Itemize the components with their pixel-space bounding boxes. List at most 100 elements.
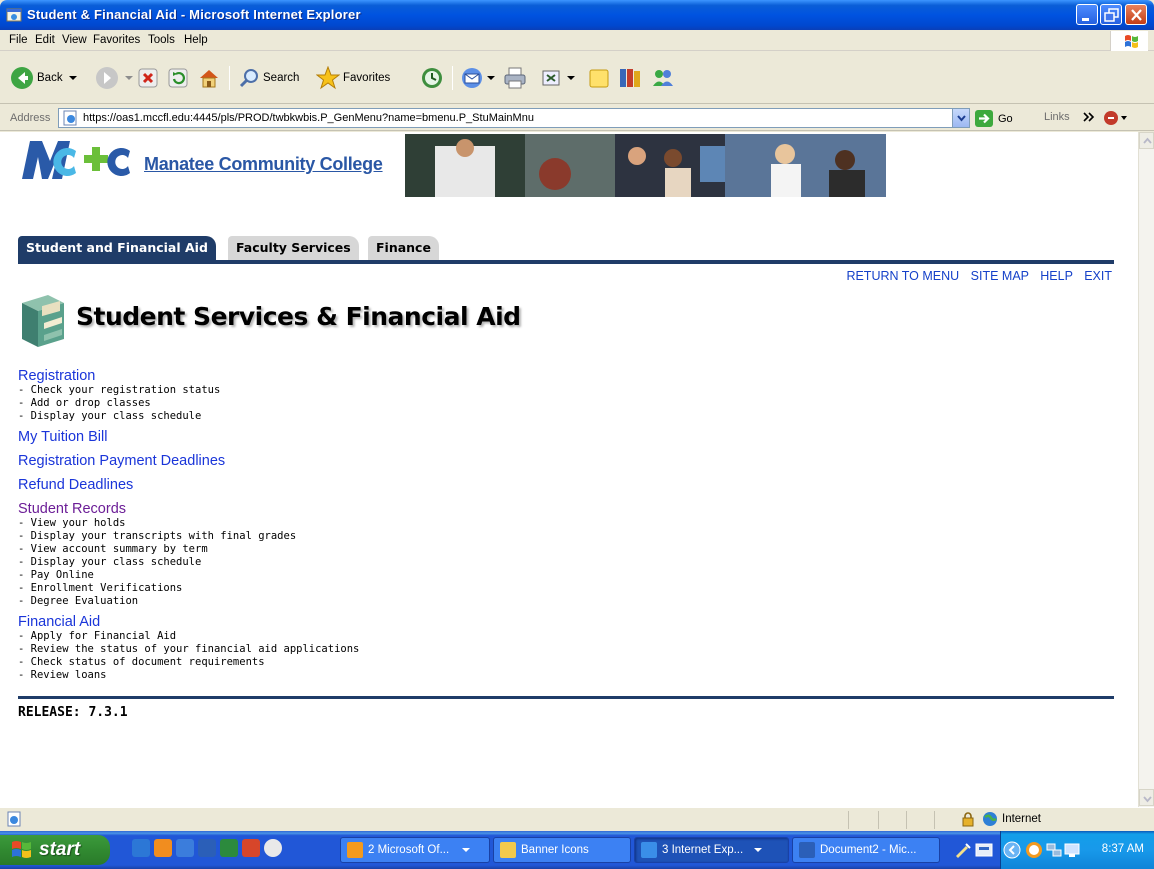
history-button[interactable] — [420, 65, 444, 91]
minimize-icon — [1082, 18, 1089, 21]
menu-link-my-tuition-bill[interactable]: My Tuition Bill — [18, 429, 918, 445]
menu-link-financial-aid[interactable]: Financial Aid — [18, 614, 918, 630]
back-button[interactable]: Back — [10, 65, 79, 91]
menu-tools[interactable]: Tools — [148, 34, 175, 46]
search-button[interactable]: Search — [238, 65, 299, 91]
mail-button[interactable] — [460, 65, 496, 91]
quicklaunch-powerpoint-icon[interactable] — [242, 839, 260, 857]
dropdown-arrow-icon — [125, 76, 133, 80]
network-icon[interactable] — [1045, 841, 1063, 859]
menu-section: Student Records - View your holds - Displa… — [18, 501, 918, 608]
menu-link-registration[interactable]: Registration — [18, 368, 918, 384]
menu-section: Registration Payment Deadlines — [18, 453, 918, 469]
clock-app-icon[interactable] — [1025, 841, 1043, 859]
printer-icon — [504, 67, 526, 89]
dropdown-arrow-icon — [462, 848, 471, 852]
status-panel — [878, 811, 906, 829]
toolbar-extension-icon[interactable] — [1103, 109, 1129, 127]
back-arrow-icon — [11, 67, 33, 89]
quicklaunch-media-icon[interactable] — [264, 839, 282, 857]
exit-link[interactable]: EXIT — [1084, 269, 1112, 283]
taskbar-item-office[interactable]: 2 Microsoft Of... — [340, 837, 490, 863]
menu-section: Refund Deadlines — [18, 477, 918, 493]
print-button[interactable] — [502, 65, 528, 91]
menu-description: - Apply for Financial Aid — [18, 630, 177, 642]
stop-button[interactable] — [137, 65, 159, 91]
language-bar-icon[interactable] — [974, 840, 994, 860]
menu-bar: File Edit View Favorites Tools Help — [0, 30, 1154, 51]
chevron-up-icon — [1143, 137, 1152, 144]
menu-edit[interactable]: Edit — [35, 34, 55, 46]
menu-link-refund-deadlines[interactable]: Refund Deadlines — [18, 477, 918, 493]
links-label[interactable]: Links — [1044, 111, 1070, 123]
quicklaunch-excel-icon[interactable] — [220, 839, 238, 857]
forward-button[interactable] — [95, 65, 135, 91]
menu-description: - Display your transcripts with final gr… — [18, 530, 297, 542]
mcc-logo-icon[interactable] — [18, 135, 138, 185]
restore-button[interactable] — [1100, 4, 1122, 25]
tray-expand-icon[interactable] — [1003, 841, 1021, 859]
edit-button[interactable] — [540, 65, 576, 91]
taskbar-clock[interactable]: 8:37 AM — [1102, 843, 1144, 855]
release-version: RELEASE: 7.3.1 — [18, 705, 128, 720]
minimize-button[interactable] — [1076, 4, 1098, 25]
refresh-button[interactable] — [167, 65, 189, 91]
tab-faculty-services[interactable]: Faculty Services — [228, 236, 359, 260]
menu-favorites[interactable]: Favorites — [93, 34, 140, 46]
go-arrow-icon — [975, 110, 993, 127]
help-link[interactable]: HELP — [1040, 269, 1072, 283]
monitor-icon[interactable] — [1063, 841, 1081, 859]
search-label: Search — [263, 72, 300, 84]
word-icon — [799, 842, 815, 858]
start-button[interactable]: start — [0, 835, 110, 865]
toolbar-separator — [229, 66, 230, 90]
address-input[interactable]: https://oas1.mccfl.edu:4445/pls/PROD/twb… — [58, 108, 970, 128]
menu-view[interactable]: View — [62, 34, 87, 46]
status-panel — [906, 811, 934, 829]
site-map-link[interactable]: SITE MAP — [971, 269, 1029, 283]
menu-link-registration-payment-deadlines[interactable]: Registration Payment Deadlines — [18, 453, 918, 469]
return-to-menu-link[interactable]: RETURN TO MENU — [846, 269, 959, 283]
chevron-down-icon — [1143, 796, 1152, 803]
home-button[interactable] — [197, 65, 221, 91]
page-content: Manatee Community College Student and Fi… — [0, 132, 1138, 807]
menu-help[interactable]: Help — [184, 34, 208, 46]
address-dropdown-button[interactable] — [952, 109, 969, 127]
scroll-down-button[interactable] — [1139, 789, 1154, 806]
research-button[interactable] — [617, 65, 643, 91]
tab-finance[interactable]: Finance — [368, 236, 439, 260]
menu-file[interactable]: File — [9, 34, 28, 46]
discuss-button[interactable] — [587, 65, 611, 91]
title-bar[interactable]: Student & Financial Aid - Microsoft Inte… — [0, 0, 1154, 30]
menu-description: - Review the status of your financial ai… — [18, 643, 360, 655]
go-label: Go — [998, 112, 1013, 125]
menu-section: My Tuition Bill — [18, 429, 918, 445]
close-button[interactable] — [1125, 4, 1147, 25]
menu-description: - Add or drop classes — [18, 397, 151, 409]
security-zone[interactable]: Internet — [960, 811, 1041, 827]
ie-app-icon — [6, 8, 22, 22]
status-panel — [848, 811, 878, 829]
pen-tool-icon[interactable] — [952, 840, 972, 860]
vertical-scrollbar[interactable] — [1138, 132, 1154, 807]
menu-link-student-records[interactable]: Student Records — [18, 501, 918, 517]
quicklaunch-word-icon[interactable] — [198, 839, 216, 857]
page-title: Student Services & Financial Aid — [76, 302, 521, 331]
taskbar-item-banner-icons[interactable]: Banner Icons — [493, 837, 631, 863]
quicklaunch-ie-icon[interactable] — [132, 839, 150, 857]
menu-section: Registration - Check your registration st… — [18, 368, 918, 423]
search-icon — [239, 69, 258, 88]
scroll-up-button[interactable] — [1139, 132, 1154, 149]
go-button[interactable]: Go — [975, 110, 1013, 127]
chevron-double-right-icon[interactable] — [1082, 111, 1096, 123]
quicklaunch-browser-icon[interactable] — [176, 839, 194, 857]
quicklaunch-outlook-icon[interactable] — [154, 839, 172, 857]
standard-toolbar: Back Search Favorites — [0, 52, 1154, 104]
tab-student-financial-aid[interactable]: Student and Financial Aid — [18, 236, 216, 260]
college-name-link[interactable]: Manatee Community College — [144, 154, 383, 175]
taskbar-item-document2[interactable]: Document2 - Mic... — [792, 837, 940, 863]
messenger-button[interactable] — [650, 65, 676, 91]
restore-icon — [1104, 8, 1119, 22]
favorites-button[interactable]: Favorites — [316, 65, 390, 91]
taskbar-item-internet-explorer[interactable]: 3 Internet Exp... — [634, 837, 789, 863]
